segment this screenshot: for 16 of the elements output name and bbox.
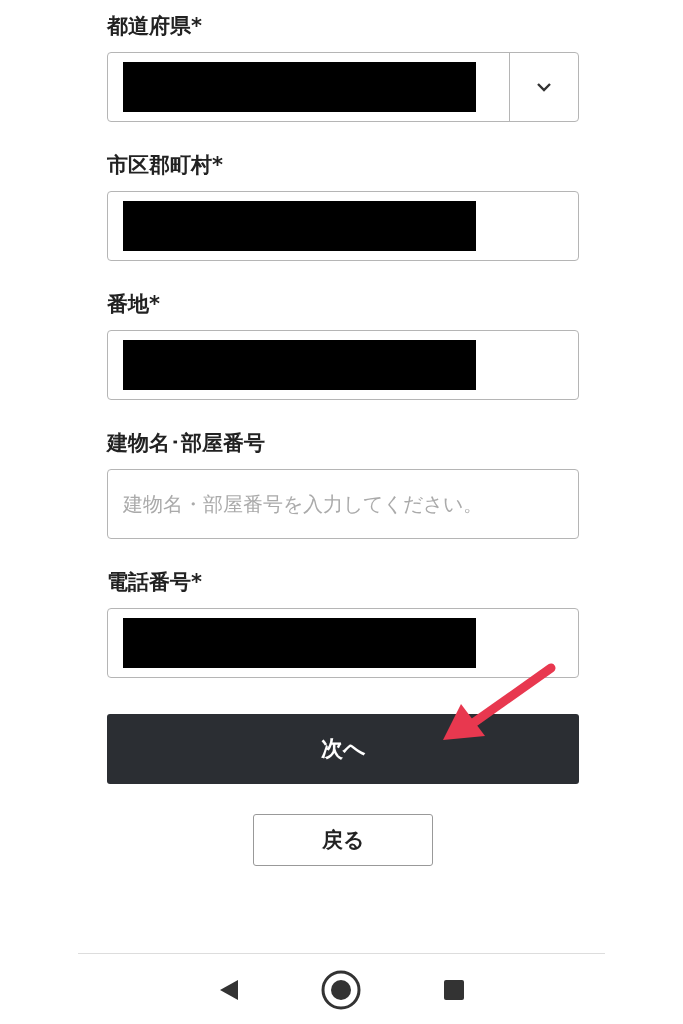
next-button[interactable]: 次へ: [107, 714, 579, 784]
field-label: 電話番号*: [107, 569, 203, 596]
field-label: 番地*: [107, 291, 161, 318]
field-label: 市区郡町村*: [107, 152, 224, 179]
back-icon[interactable]: [218, 977, 241, 1002]
input-field[interactable]: [107, 191, 579, 261]
back-button[interactable]: 戻る: [253, 814, 433, 866]
field-label: 建物名･部屋番号: [107, 430, 266, 457]
select-field[interactable]: [107, 52, 579, 122]
input-field[interactable]: 建物名・部屋番号を入力してください。: [107, 469, 579, 539]
field-label: 都道府県*: [107, 13, 203, 40]
home-icon[interactable]: [320, 968, 363, 1011]
chevron-down-icon: [536, 82, 552, 92]
recents-icon[interactable]: [442, 978, 465, 1001]
input-field[interactable]: [107, 608, 579, 678]
input-field[interactable]: [107, 330, 579, 400]
